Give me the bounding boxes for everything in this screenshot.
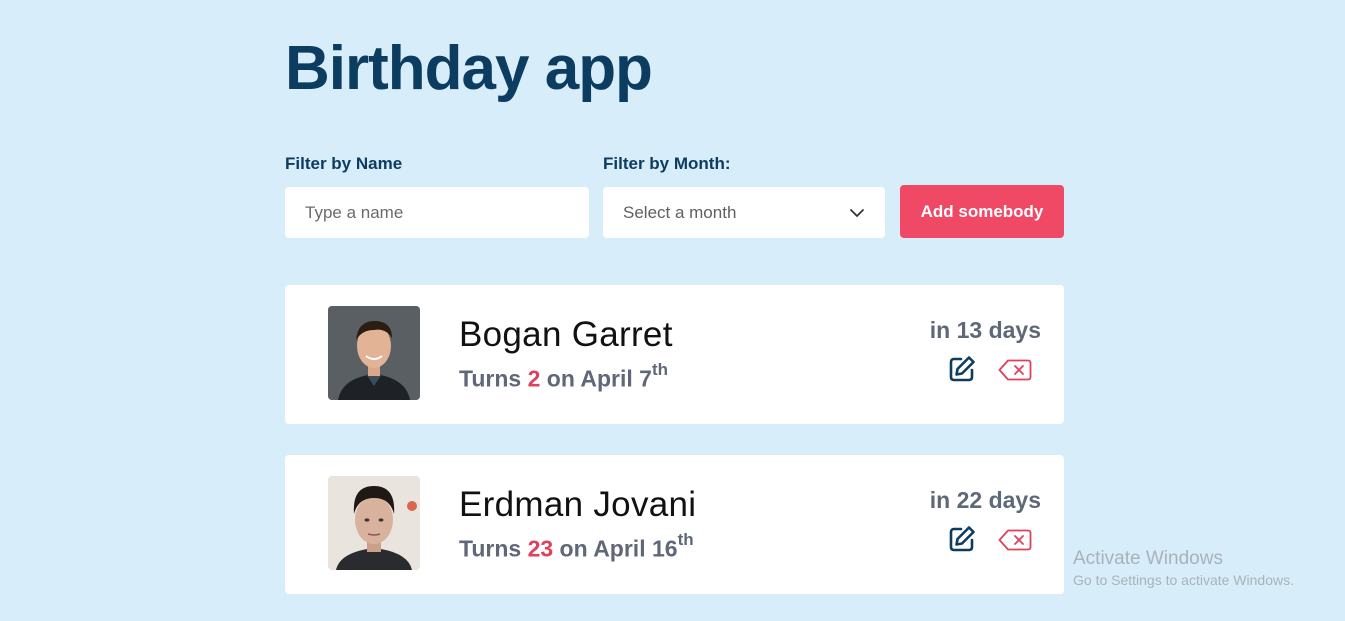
windows-activation-watermark: Activate Windows Go to Settings to activ… (1073, 548, 1294, 588)
person-name: Bogan Garret (459, 315, 673, 354)
date-ordinal: th (651, 360, 669, 379)
countdown-text: in 22 days (929, 487, 1041, 513)
age-value: 2 (527, 365, 541, 392)
birthday-date: on April 16 (553, 535, 678, 562)
age-line: Turns 23 on April 16th (459, 530, 694, 563)
filter-month-label: Filter by Month: (603, 154, 731, 173)
age-line: Turns 2 on April 7th (459, 360, 669, 393)
turns-prefix: Turns (459, 365, 528, 392)
watermark-subtitle: Go to Settings to activate Windows. (1073, 572, 1294, 588)
birthday-card: Erdman Jovani Turns 23 on April 16th in … (285, 455, 1064, 594)
edit-icon[interactable] (948, 525, 976, 553)
chevron-down-icon (850, 208, 864, 217)
page: Birthday app Filter by Name Filter by Mo… (0, 0, 1345, 621)
watermark-title: Activate Windows (1073, 548, 1223, 569)
filter-name-label: Filter by Name (285, 154, 403, 173)
date-ordinal: th (677, 530, 694, 549)
avatar (328, 306, 420, 400)
delete-icon[interactable] (998, 529, 1032, 551)
person-photo-icon (328, 306, 420, 400)
page-title: Birthday app (285, 34, 653, 103)
birthday-card: Bogan Garret Turns 2 on April 7th in 13 … (285, 285, 1064, 424)
edit-icon[interactable] (948, 355, 976, 383)
name-filter-input[interactable] (285, 187, 589, 238)
person-photo-icon (328, 476, 420, 570)
month-select-value: Select a month (623, 202, 737, 222)
month-filter-select[interactable]: Select a month (603, 187, 885, 238)
delete-icon[interactable] (998, 359, 1032, 381)
birthday-date: on April 7 (540, 365, 652, 392)
avatar (328, 476, 420, 570)
countdown-text: in 13 days (929, 317, 1041, 343)
add-somebody-button[interactable]: Add somebody (900, 185, 1064, 238)
age-value: 23 (527, 535, 554, 562)
turns-prefix: Turns (459, 535, 528, 562)
person-name: Erdman Jovani (459, 485, 697, 524)
